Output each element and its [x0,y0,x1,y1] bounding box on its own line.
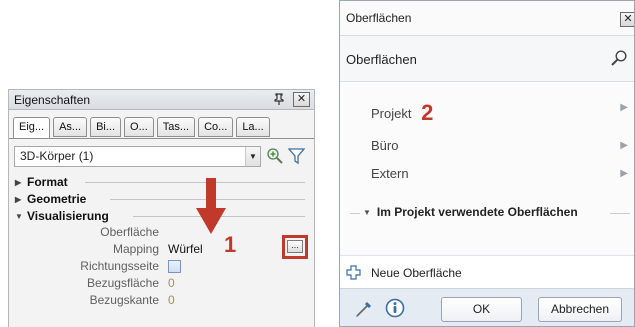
tab-tas[interactable]: Tas... [156,117,196,137]
ok-button[interactable]: OK [441,297,522,322]
new-surface-row[interactable]: Neue Oberfläche [340,255,634,288]
property-label: Oberfläche [100,225,159,239]
ellipsis-button[interactable]: ... [287,240,303,253]
group-format[interactable]: ▶ Format [15,174,305,190]
object-selector[interactable]: 3D-Körper (1) ▼ [14,146,261,167]
property-label: Bezugskante [89,293,159,307]
chevron-right-icon: ▶ [620,140,628,151]
info-icon[interactable] [385,298,405,318]
surfaces-list: Projekt 2 ▶ Büro ▶ Extern ▶ ▼ Im Projekt… [340,83,634,255]
group-geometrie[interactable]: ▶ Geometrie [15,191,305,207]
zoom-icon[interactable] [266,147,284,165]
properties-close-button[interactable]: ✕ [293,92,310,107]
property-row-bezugsflaeche: Bezugsfläche 0 [9,275,309,292]
property-row-mapping: Mapping Würfel [9,241,309,258]
group-visualisierung[interactable]: ▼ Visualisierung [15,208,305,224]
property-label: Richtungsseite [80,259,159,273]
property-label: Bezugsfläche [86,276,159,290]
list-item-buero[interactable]: Büro [371,138,398,153]
property-label: Mapping [112,242,159,256]
surfaces-header: Oberflächen [340,36,634,82]
property-value[interactable]: 0 [168,293,175,307]
chevron-right-icon: ▶ [620,102,628,113]
properties-title: Eigenschaften [14,92,91,107]
plus-icon [346,265,361,280]
list-item-extern[interactable]: Extern [371,166,409,181]
property-row-oberflaeche: Oberfläche [9,224,309,241]
collapse-icon: ▼ [363,207,371,217]
property-value[interactable]: 0 [168,276,175,290]
tab-o[interactable]: O... [124,117,154,137]
surfaces-dialog: Oberflächen ✕ Oberflächen Projekt 2 ▶ Bü… [339,0,635,327]
tab-bi[interactable]: Bi... [90,117,122,137]
down-arrow-annotation [196,178,226,234]
tab-co[interactable]: Co... [198,117,234,137]
tab-as[interactable]: As... [53,117,88,137]
pin-icon[interactable] [274,93,284,108]
expand-icon: ▶ [15,194,22,204]
chevron-down-icon[interactable]: ▼ [245,147,260,166]
eyedropper-icon[interactable] [354,299,374,319]
chevron-right-icon: ▶ [620,168,628,179]
cancel-button[interactable]: Abbrechen [538,297,622,322]
property-row-bezugskante: Bezugskante 0 [9,292,309,309]
surfaces-title: Oberflächen [346,11,412,25]
collapse-icon: ▼ [15,211,23,221]
tabs-divider [9,138,314,139]
divider [350,213,360,214]
search-icon[interactable] [610,49,628,67]
surfaces-titlebar: Oberflächen [340,1,634,36]
property-value[interactable]: Würfel [168,242,203,256]
dialog-footer: OK Abbrechen [340,288,634,326]
list-item-projekt[interactable]: Projekt 2 [371,98,434,125]
object-selector-value: 3D-Körper (1) [20,149,94,163]
used-surfaces-section[interactable]: ▼ Im Projekt verwendete Oberflächen [363,205,578,219]
tab-la[interactable]: La... [236,117,270,137]
properties-titlebar: Eigenschaften [9,90,314,110]
properties-tabs: Eig... As... Bi... O... Tas... Co... La.… [13,117,270,139]
filter-icon[interactable] [287,147,306,165]
new-surface-label: Neue Oberfläche [371,266,462,280]
expand-icon: ▶ [15,177,22,187]
surfaces-close-button[interactable]: ✕ [620,12,634,27]
richtungsseite-checkbox[interactable] [168,260,181,273]
step-number-1: 1 [224,232,237,257]
properties-panel: Eigenschaften ✕ Eig... As... Bi... O... … [8,89,315,327]
divider [610,213,630,214]
property-row-richtungsseite: Richtungsseite [9,258,309,275]
surfaces-header-title: Oberflächen [346,52,417,67]
tab-eigenschaften[interactable]: Eig... [13,117,51,139]
step-number-2: 2 [421,100,434,125]
